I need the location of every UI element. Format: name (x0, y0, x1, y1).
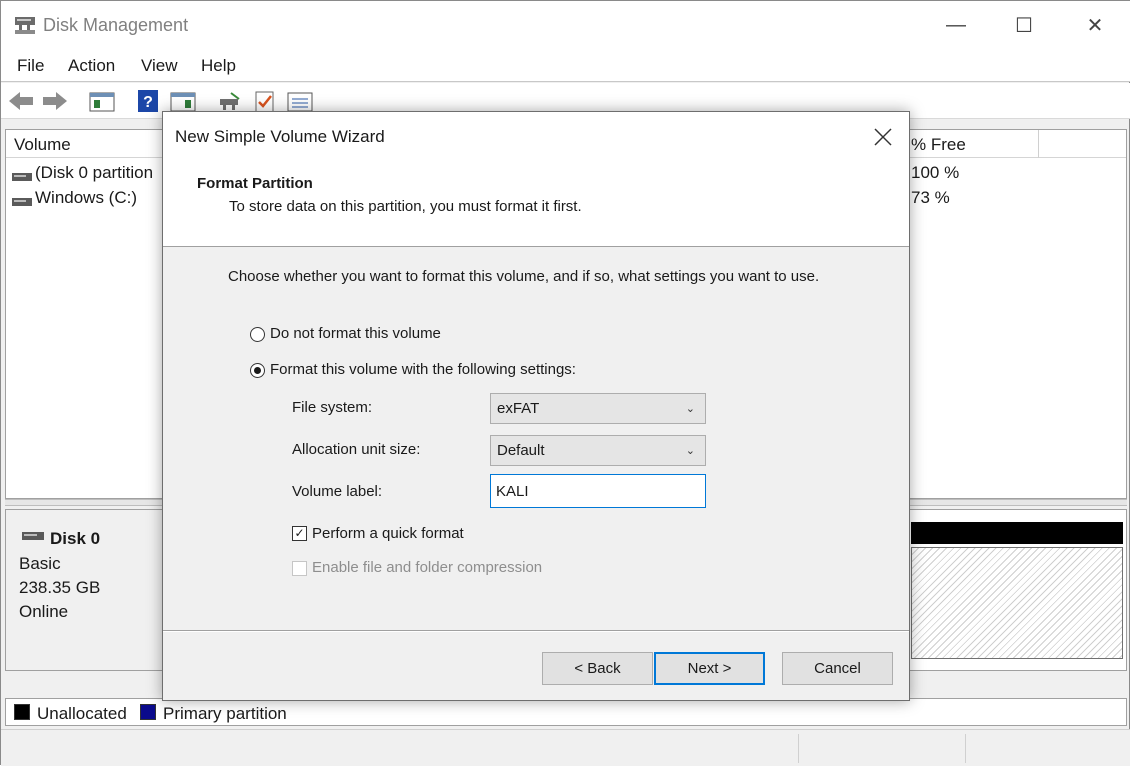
title-bar: Disk Management — ☐ ✕ (1, 1, 1130, 49)
legend-unallocated-swatch (14, 704, 30, 720)
volume-label-input[interactable] (490, 474, 706, 508)
allocation-unit-label: Allocation unit size: (292, 441, 421, 458)
legend-bar: Unallocated Primary partition (5, 698, 1127, 726)
column-percent-free[interactable]: % Free (911, 135, 966, 155)
unallocated-partition-header[interactable] (911, 522, 1123, 544)
compression-checkbox (292, 561, 307, 576)
new-simple-volume-wizard: New Simple Volume Wizard Format Partitio… (162, 111, 910, 701)
page-heading: Format Partition (197, 175, 313, 192)
disk-status: Online (19, 602, 69, 621)
disk-management-app-icon (13, 14, 37, 41)
close-icon (874, 128, 892, 146)
minimize-button[interactable]: — (921, 1, 991, 49)
volume-drive-icon (12, 192, 32, 212)
compression-label: Enable file and folder compression (312, 559, 543, 576)
maximize-button[interactable]: ☐ (989, 1, 1059, 49)
wizard-header: New Simple Volume Wizard Format Partitio… (163, 112, 909, 247)
file-system-value: exFAT (497, 400, 540, 417)
legend-primary-label: Primary partition (163, 704, 287, 723)
chevron-down-icon: ⌄ (685, 403, 695, 415)
forward-arrow-icon[interactable] (42, 90, 68, 117)
quick-format-checkbox[interactable]: ✓ (292, 526, 307, 541)
volume-free: 100 % (911, 163, 960, 182)
status-divider (965, 734, 966, 763)
disk-name: Disk 0 (50, 529, 101, 548)
disk-type: Basic (19, 554, 61, 573)
disk-size: 238.35 GB (19, 578, 101, 597)
volume-label-label: Volume label: (292, 483, 383, 500)
status-divider (798, 734, 799, 763)
menu-help[interactable]: Help (201, 56, 236, 76)
page-subheading: To store data on this partition, you mus… (229, 198, 582, 215)
close-window-button[interactable]: ✕ (1060, 1, 1130, 49)
quick-format-label[interactable]: Perform a quick format (312, 525, 464, 542)
menu-bar: File Action View Help (1, 49, 1130, 82)
legend-unallocated-label: Unallocated (37, 704, 127, 723)
volume-free: 73 % (911, 188, 950, 207)
disk-info-panel[interactable]: Disk 0 Basic 238.35 GB Online (6, 510, 166, 670)
console-tree-icon[interactable] (89, 91, 115, 118)
chevron-down-icon: ⌄ (685, 445, 695, 457)
disk-drive-icon (22, 529, 44, 547)
radio-selected-dot (254, 367, 261, 374)
volume-name: (Disk 0 partition (35, 163, 154, 182)
next-button[interactable]: Next > (654, 652, 765, 685)
allocation-unit-select[interactable]: Default ⌄ (490, 435, 706, 466)
radio-format-volume-label[interactable]: Format this volume with the following se… (270, 361, 576, 378)
volume-name: Windows (C:) (35, 188, 138, 207)
help-icon[interactable]: ? (137, 89, 159, 118)
radio-do-not-format-label[interactable]: Do not format this volume (270, 325, 441, 342)
back-arrow-icon[interactable] (8, 90, 34, 117)
app-title: Disk Management (43, 15, 189, 35)
menu-view[interactable]: View (141, 56, 178, 76)
back-button[interactable]: < Back (542, 652, 653, 685)
radio-format-volume[interactable] (250, 363, 265, 378)
wizard-button-separator (163, 630, 909, 632)
instructions-text: Choose whether you want to format this v… (228, 268, 820, 285)
svg-text:?: ? (143, 94, 153, 111)
unallocated-partition-area[interactable] (911, 547, 1123, 659)
radio-do-not-format[interactable] (250, 327, 265, 342)
allocation-unit-value: Default (497, 442, 545, 459)
cancel-button[interactable]: Cancel (782, 652, 893, 685)
menu-action[interactable]: Action (68, 56, 115, 76)
file-system-select[interactable]: exFAT ⌄ (490, 393, 706, 424)
wizard-close-button[interactable] (863, 120, 903, 154)
volume-drive-icon (12, 167, 32, 187)
status-bar (1, 729, 1130, 766)
wizard-title: New Simple Volume Wizard (175, 127, 385, 146)
column-separator[interactable] (1038, 130, 1039, 158)
legend-primary-swatch (140, 704, 156, 720)
file-system-label: File system: (292, 399, 373, 416)
menu-file[interactable]: File (17, 56, 44, 76)
column-volume[interactable]: Volume (14, 135, 71, 155)
